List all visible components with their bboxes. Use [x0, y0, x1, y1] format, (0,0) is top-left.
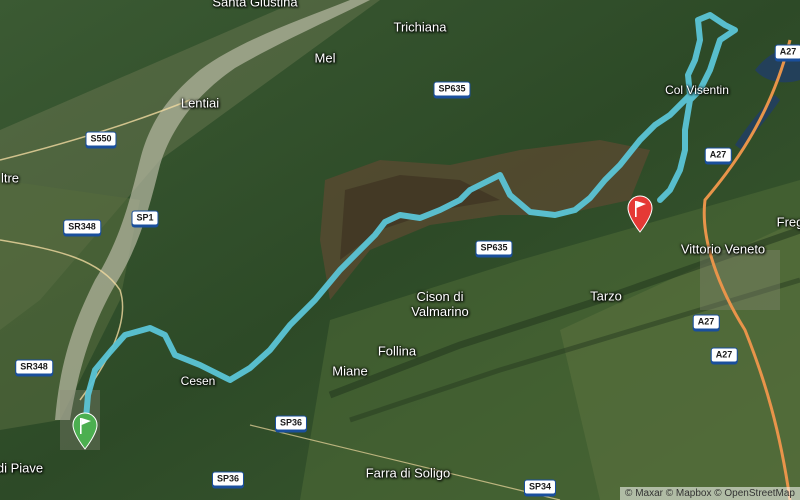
- place-label-farra-di-soligo: Farra di Soligo: [365, 465, 451, 481]
- place-label-ltre: ltre: [0, 170, 20, 186]
- road-shield: SR348: [15, 359, 53, 375]
- place-label-follina: Follina: [377, 343, 417, 359]
- place-label-cesen: Cesen: [180, 374, 216, 388]
- road-shield: SP635: [475, 240, 513, 256]
- end-flag-marker-icon[interactable]: [627, 195, 653, 233]
- road-shield: A27: [710, 347, 738, 363]
- road-shield: A27: [704, 147, 732, 163]
- road-shield: SP36: [211, 471, 245, 487]
- road-shield: SP34: [523, 479, 557, 495]
- place-label-trichiana: Trichiana: [393, 19, 447, 35]
- place-label-santa-giustina: Santa Giustina: [212, 0, 298, 10]
- place-label-miane: Miane: [332, 363, 368, 379]
- road-shield: SP1: [131, 210, 159, 226]
- road-shield: A27: [774, 44, 800, 60]
- road-shield: S550: [85, 131, 117, 147]
- road-shield: A27: [692, 314, 720, 330]
- place-label-col-visentin: Col Visentin: [665, 83, 729, 97]
- map-attribution[interactable]: © Maxar © Mapbox © OpenStreetMap: [620, 487, 800, 500]
- place-label-cison-di-valmarino: Cison di Valmarino: [411, 289, 469, 319]
- place-label-lentiai: Lentiai: [180, 95, 220, 111]
- map-view[interactable]: Santa Giustina Trichiana Mel Lentiai Col…: [0, 0, 800, 500]
- place-label-mel: Mel: [314, 50, 336, 66]
- road-shield: SR348: [63, 219, 101, 235]
- place-label-tarzo: Tarzo: [590, 288, 622, 304]
- place-label-vittorio-veneto: Vittorio Veneto: [680, 241, 766, 257]
- start-flag-marker-icon[interactable]: [72, 412, 98, 450]
- place-label-freg: Freg: [776, 214, 800, 230]
- place-label-di-piave: di Piave: [0, 460, 44, 476]
- road-shield: SP635: [433, 81, 471, 97]
- road-shield: SP36: [274, 415, 308, 431]
